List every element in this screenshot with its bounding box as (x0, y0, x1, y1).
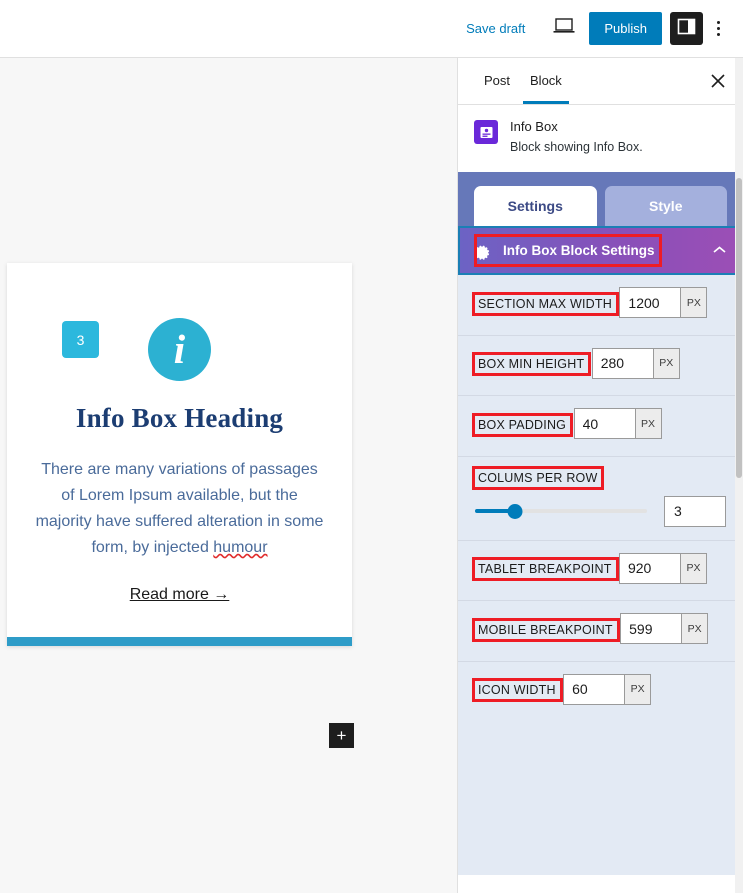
field-colums-per-row: COLUMS PER ROW (458, 455, 743, 540)
annotation-box-label (472, 412, 574, 437)
field-mobile-breakpoint: MOBILE BREAKPOINT PX (458, 600, 743, 661)
label-tablet-breakpoint: TABLET BREAKPOINT (472, 557, 619, 581)
box-min-height-input-group[interactable]: PX (591, 347, 680, 379)
tab-settings[interactable]: Settings (474, 186, 597, 226)
sidebar-tabs: Post Block (458, 58, 743, 105)
colums-per-row-slider[interactable] (475, 501, 647, 521)
colums-per-row-number-box[interactable] (664, 495, 726, 527)
accordion-highlight-outline: Info Box Block Settings (458, 226, 743, 275)
colums-per-row-control (475, 495, 726, 527)
vertical-dots-icon (716, 33, 720, 36)
unit-px[interactable]: PX (634, 409, 661, 438)
unit-px[interactable]: PX (679, 553, 706, 583)
tablet-breakpoint-input[interactable] (619, 553, 680, 583)
sidebar-scrollbar[interactable] (735, 58, 743, 893)
label-section-max-width: SECTION MAX WIDTH (472, 291, 619, 316)
annotation-box-label (472, 557, 619, 581)
info-box-block-preview[interactable]: 3 i Info Box Heading There are many vari… (7, 263, 352, 646)
colums-per-row-input[interactable] (665, 496, 725, 526)
block-meta: Info Box Block showing Info Box. (510, 119, 643, 156)
tab-style[interactable]: Style (604, 186, 727, 226)
block-appender-button[interactable]: + (329, 723, 354, 748)
field-tablet-breakpoint: TABLET BREAKPOINT PX (458, 539, 743, 601)
label-colums-per-row: COLUMS PER ROW (472, 465, 605, 490)
mobile-breakpoint-input-group[interactable]: PX (620, 613, 709, 644)
info-box-badge: 3 (62, 321, 99, 358)
section-max-width-input-group[interactable]: PX (619, 287, 708, 318)
vertical-dots-icon (716, 27, 720, 30)
mobile-breakpoint-input[interactable] (621, 614, 682, 643)
label-box-padding: BOX PADDING (472, 412, 574, 437)
icon-width-input[interactable] (564, 674, 625, 704)
unit-px[interactable]: PX (681, 614, 708, 643)
box-min-height-input[interactable] (592, 348, 653, 378)
accordion-title: Info Box Block Settings (503, 243, 655, 258)
read-more-link[interactable]: Read more → (130, 586, 230, 604)
publish-button[interactable]: Publish (589, 12, 662, 45)
annotation-box-label (472, 617, 620, 642)
field-section-max-width: SECTION MAX WIDTH PX (458, 275, 743, 335)
label-mobile-breakpoint: MOBILE BREAKPOINT (472, 617, 620, 642)
field-box-padding: BOX PADDING PX (458, 395, 743, 456)
close-icon (711, 74, 725, 88)
save-draft-button[interactable]: Save draft (466, 21, 525, 36)
info-box-heading[interactable]: Info Box Heading (35, 403, 324, 434)
box-padding-input[interactable] (574, 409, 635, 438)
unit-px[interactable]: PX (624, 674, 651, 704)
close-sidebar-button[interactable] (703, 66, 733, 96)
info-circle-icon: i (148, 318, 211, 381)
info-box-block-icon (474, 120, 498, 144)
info-box-description-text: There are many variations of passages of… (35, 461, 324, 556)
unit-px[interactable]: PX (652, 348, 679, 378)
misspelled-word: humour (213, 539, 268, 556)
editor-toolbar: Save draft Publish (0, 0, 743, 58)
info-box-bottom-bar (7, 637, 352, 646)
sidebar-panel-icon (677, 17, 696, 41)
gear-icon (474, 242, 492, 260)
chevron-up-icon[interactable] (712, 243, 727, 258)
box-padding-input-group[interactable]: PX (573, 408, 662, 439)
tab-block[interactable]: Block (520, 58, 572, 104)
settings-sidebar-toggle[interactable] (670, 12, 703, 45)
annotation-box-label (472, 291, 619, 316)
block-info-card: Info Box Block showing Info Box. (458, 105, 743, 172)
block-title: Info Box (510, 119, 558, 134)
settings-sidebar: Post Block Info Box Block showing Info B… (457, 58, 743, 893)
scrollbar-thumb[interactable] (736, 178, 742, 478)
unit-px[interactable]: PX (680, 288, 707, 317)
block-description: Block showing Info Box. (510, 140, 643, 154)
section-max-width-input[interactable] (620, 288, 681, 317)
slider-thumb[interactable] (507, 503, 523, 519)
annotation-box-label (472, 678, 563, 702)
laptop-preview-icon (553, 18, 575, 39)
icon-width-input-group[interactable]: PX (563, 673, 652, 705)
info-box-description[interactable]: There are many variations of passages of… (35, 457, 324, 561)
plugin-tabs: Settings Style (458, 172, 743, 226)
info-box-block-settings-accordion[interactable]: Info Box Block Settings (460, 228, 741, 273)
preview-button[interactable] (547, 12, 581, 46)
label-icon-width: ICON WIDTH (472, 678, 563, 702)
label-box-min-height: BOX MIN HEIGHT (472, 352, 592, 376)
annotation-box-label (472, 352, 592, 376)
tab-post[interactable]: Post (474, 58, 520, 104)
field-icon-width: ICON WIDTH PX (458, 660, 743, 722)
field-box-min-height: BOX MIN HEIGHT PX (458, 334, 743, 396)
annotation-box-label (472, 465, 605, 490)
more-options-button[interactable] (703, 12, 733, 46)
settings-panel-body: SECTION MAX WIDTH PX BOX MIN HEIGHT PX B… (458, 275, 743, 875)
vertical-dots-icon (716, 21, 720, 24)
editor-canvas: 3 i Info Box Heading There are many vari… (0, 58, 457, 893)
tablet-breakpoint-input-group[interactable]: PX (618, 552, 707, 584)
